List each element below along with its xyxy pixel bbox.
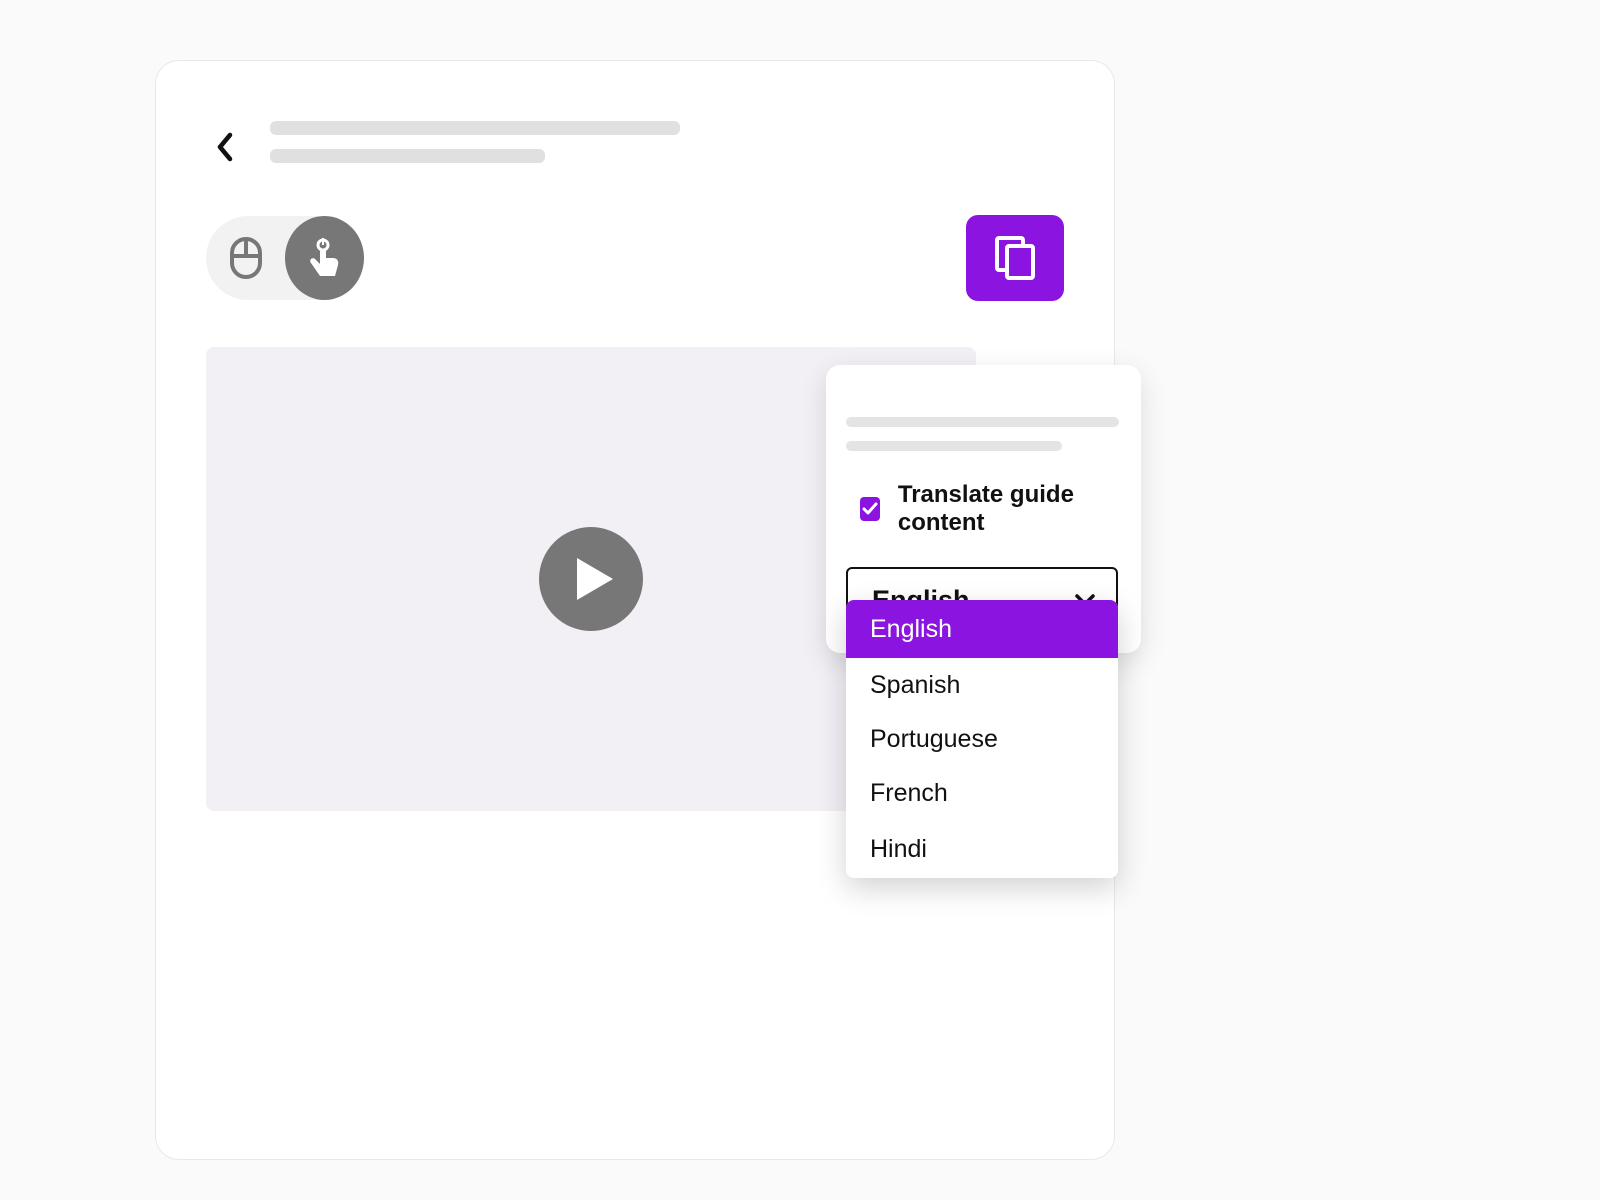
- main-card: Translate guide content English English …: [155, 60, 1115, 1160]
- back-button[interactable]: [206, 127, 246, 167]
- language-dropdown: English Spanish Portuguese French Hindi: [846, 600, 1118, 878]
- play-icon: [577, 558, 613, 600]
- toolbar: [206, 215, 1064, 301]
- input-mode-toggle[interactable]: [206, 216, 364, 300]
- chevron-left-icon: [216, 132, 236, 162]
- skeleton-line: [270, 121, 680, 135]
- translate-checkbox-row[interactable]: Translate guide content: [846, 481, 1121, 537]
- language-option[interactable]: Spanish: [846, 658, 1118, 712]
- touch-mode-option[interactable]: [285, 216, 364, 300]
- skeleton-line: [846, 417, 1119, 427]
- mouse-icon: [229, 236, 263, 280]
- language-option[interactable]: Hindi: [846, 820, 1118, 878]
- skeleton-line: [846, 441, 1062, 451]
- play-button[interactable]: [539, 527, 643, 631]
- touch-icon: [305, 236, 345, 280]
- translate-checkbox-label: Translate guide content: [898, 481, 1121, 537]
- skeleton-line: [270, 149, 545, 163]
- translate-checkbox[interactable]: [860, 497, 880, 521]
- check-icon: [862, 502, 878, 516]
- copy-icon: [994, 235, 1036, 281]
- language-option[interactable]: French: [846, 766, 1118, 820]
- copy-button[interactable]: [966, 215, 1064, 301]
- language-option[interactable]: English: [846, 600, 1118, 658]
- language-option[interactable]: Portuguese: [846, 712, 1118, 766]
- mouse-mode-option[interactable]: [206, 216, 285, 300]
- header: [206, 121, 1064, 167]
- title-placeholder: [270, 121, 680, 163]
